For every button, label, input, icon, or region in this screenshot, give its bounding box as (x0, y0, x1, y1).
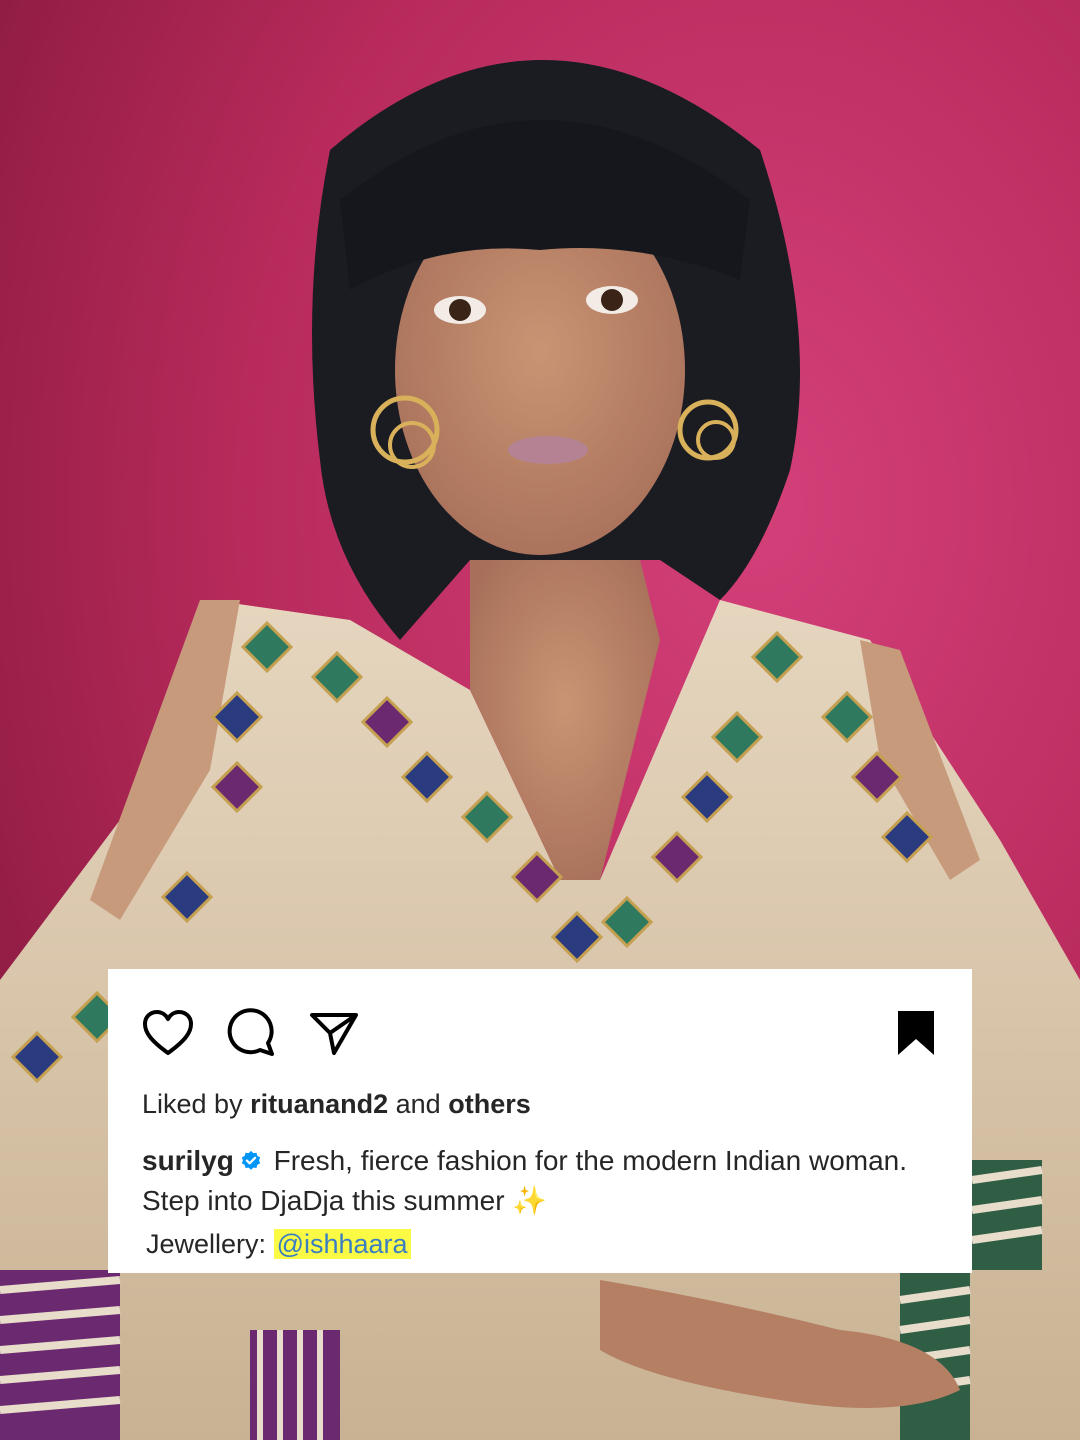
likes-summary[interactable]: Liked by rituanand2 and others (142, 1089, 531, 1120)
bookmark-icon[interactable] (888, 1005, 944, 1061)
heart-icon[interactable] (140, 1005, 196, 1061)
likes-prefix: Liked by (142, 1089, 243, 1119)
sparkles-emoji: ✨ (512, 1185, 548, 1216)
jewellery-credit: Jewellery: @ishhaara (146, 1229, 411, 1260)
verified-badge-icon (240, 1150, 262, 1172)
liked-by-user[interactable]: rituanand2 (250, 1089, 388, 1119)
caption-username[interactable]: surilyg (142, 1145, 234, 1176)
send-icon[interactable] (306, 1005, 362, 1061)
likes-others[interactable]: others (448, 1089, 531, 1119)
post-card: Liked by rituanand2 and others surilyg F… (108, 969, 972, 1273)
post-caption: surilyg Fresh, fierce fashion for the mo… (142, 1141, 942, 1221)
action-bar (108, 969, 972, 1089)
jewellery-mention-link[interactable]: @ishhaara (273, 1229, 411, 1259)
jewellery-label: Jewellery: (146, 1229, 267, 1259)
comment-icon[interactable] (222, 1005, 278, 1061)
likes-conjunction: and (395, 1089, 441, 1119)
